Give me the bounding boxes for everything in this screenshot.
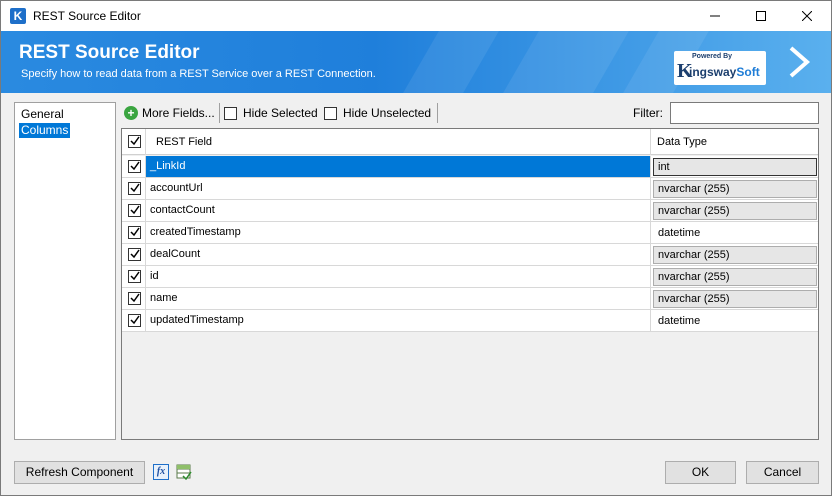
maximize-icon [756,11,766,21]
row-checkbox[interactable] [122,222,146,244]
checkbox-checked-icon [128,270,141,283]
hide-selected-label: Hide Selected [243,106,318,120]
data-type-cell[interactable]: nvarchar (255) [651,244,818,265]
data-type-cell[interactable]: nvarchar (255) [651,200,818,221]
rest-field-cell[interactable]: updatedTimestamp [146,310,651,331]
hide-selected-checkbox[interactable]: Hide Selected [224,102,318,124]
window-title: REST Source Editor [33,9,141,23]
dialog-window: K REST Source Editor REST Source Editor … [0,0,832,496]
checkbox-checked-icon [128,248,141,261]
select-all-checkbox[interactable] [122,129,146,155]
logo-brand-b: Soft [736,65,760,79]
logo-powered-by: Powered By [692,53,733,60]
close-icon [802,11,812,21]
checkbox-checked-icon [128,226,141,239]
rest-field-cell[interactable]: dealCount [146,244,651,265]
checkbox-unchecked-icon [324,106,337,120]
checkbox-checked-icon [128,135,141,148]
data-type-cell[interactable]: datetime [651,222,818,243]
data-type-value[interactable]: nvarchar (255) [653,290,817,308]
data-type-value[interactable]: nvarchar (255) [653,202,817,220]
table-row[interactable]: dealCount nvarchar (255) [122,244,818,266]
header-banner: REST Source Editor Specify how to read d… [1,31,831,93]
logo-brand: ingswaySoft [689,65,760,79]
data-type-value[interactable]: datetime [653,224,817,242]
rest-field-cell[interactable]: name [146,288,651,309]
checkbox-unchecked-icon [224,106,237,120]
table-row[interactable]: createdTimestamp datetime [122,222,818,244]
ok-button[interactable]: OK [665,461,736,484]
row-checkbox[interactable] [122,200,146,222]
more-fields-button[interactable]: + More Fields... [124,102,215,124]
table-row[interactable]: accountUrl nvarchar (255) [122,178,818,200]
data-type-value[interactable]: nvarchar (255) [653,246,817,264]
toolbar-separator [437,103,438,123]
data-type-cell[interactable]: datetime [651,310,818,331]
data-type-cell[interactable]: int [651,156,818,177]
data-type-cell[interactable]: nvarchar (255) [651,266,818,287]
title-bar: K REST Source Editor [1,1,831,31]
rest-field-cell[interactable]: id [146,266,651,287]
grid-header: REST Field Data Type [122,129,818,155]
table-row[interactable]: id nvarchar (255) [122,266,818,288]
filter-input[interactable] [670,102,819,124]
data-type-value[interactable]: nvarchar (255) [653,268,817,286]
row-checkbox[interactable] [122,244,146,266]
rest-field-cell[interactable]: contactCount [146,200,651,221]
more-fields-label: More Fields... [142,106,215,120]
table-row[interactable]: updatedTimestamp datetime [122,310,818,332]
fx-expression-icon[interactable]: fx [153,464,169,480]
header-rest-field[interactable]: REST Field [146,129,651,155]
rest-field-cell[interactable]: _LinkId [146,156,651,177]
hide-unselected-checkbox[interactable]: Hide Unselected [324,102,431,124]
row-checkbox[interactable] [122,310,146,332]
header-data-type[interactable]: Data Type [651,129,818,155]
data-type-value[interactable]: datetime [653,312,817,330]
data-type-cell[interactable]: nvarchar (255) [651,288,818,309]
toolbar-separator [219,103,220,123]
banner-stripe [403,31,499,93]
banner-title: REST Source Editor [19,42,200,63]
table-row[interactable]: contactCount nvarchar (255) [122,200,818,222]
row-checkbox[interactable] [122,288,146,310]
nav-item-columns[interactable]: Columns [19,123,71,138]
checkbox-checked-icon [128,292,141,305]
data-type-cell[interactable]: nvarchar (255) [651,178,818,199]
table-check-icon[interactable] [176,464,192,480]
table-row[interactable]: name nvarchar (255) [122,288,818,310]
columns-grid: REST Field Data Type _LinkId int accountUr… [121,128,819,440]
row-checkbox[interactable] [122,178,146,200]
banner-stripe [503,31,629,93]
hide-unselected-label: Hide Unselected [343,106,432,120]
rest-field-cell[interactable]: accountUrl [146,178,651,199]
filter-label: Filter: [633,106,663,120]
section-nav: General Columns [14,102,116,440]
logo-brand-a: ingsway [689,65,737,79]
checkbox-checked-icon [128,204,141,217]
refresh-component-button[interactable]: Refresh Component [14,461,145,484]
nav-item-general[interactable]: General [19,107,66,122]
minimize-icon [710,15,720,17]
rest-field-cell[interactable]: createdTimestamp [146,222,651,243]
row-checkbox[interactable] [122,156,146,178]
checkbox-checked-icon [128,182,141,195]
minimize-button[interactable] [692,1,738,31]
data-type-value[interactable]: nvarchar (255) [653,180,817,198]
data-type-value[interactable]: int [653,158,817,176]
close-button[interactable] [784,1,830,31]
checkbox-checked-icon [128,314,141,327]
row-checkbox[interactable] [122,266,146,288]
table-row[interactable]: _LinkId int [122,156,818,178]
kingswaysoft-logo: Powered By K ingswaySoft [674,51,766,85]
add-icon: + [124,106,138,120]
maximize-button[interactable] [738,1,784,31]
banner-subtitle: Specify how to read data from a REST Ser… [21,68,376,80]
kingswaysoft-app-icon: K [10,8,26,24]
checkbox-checked-icon [128,160,141,173]
cancel-button[interactable]: Cancel [746,461,819,484]
chevron-right-icon [789,46,811,78]
